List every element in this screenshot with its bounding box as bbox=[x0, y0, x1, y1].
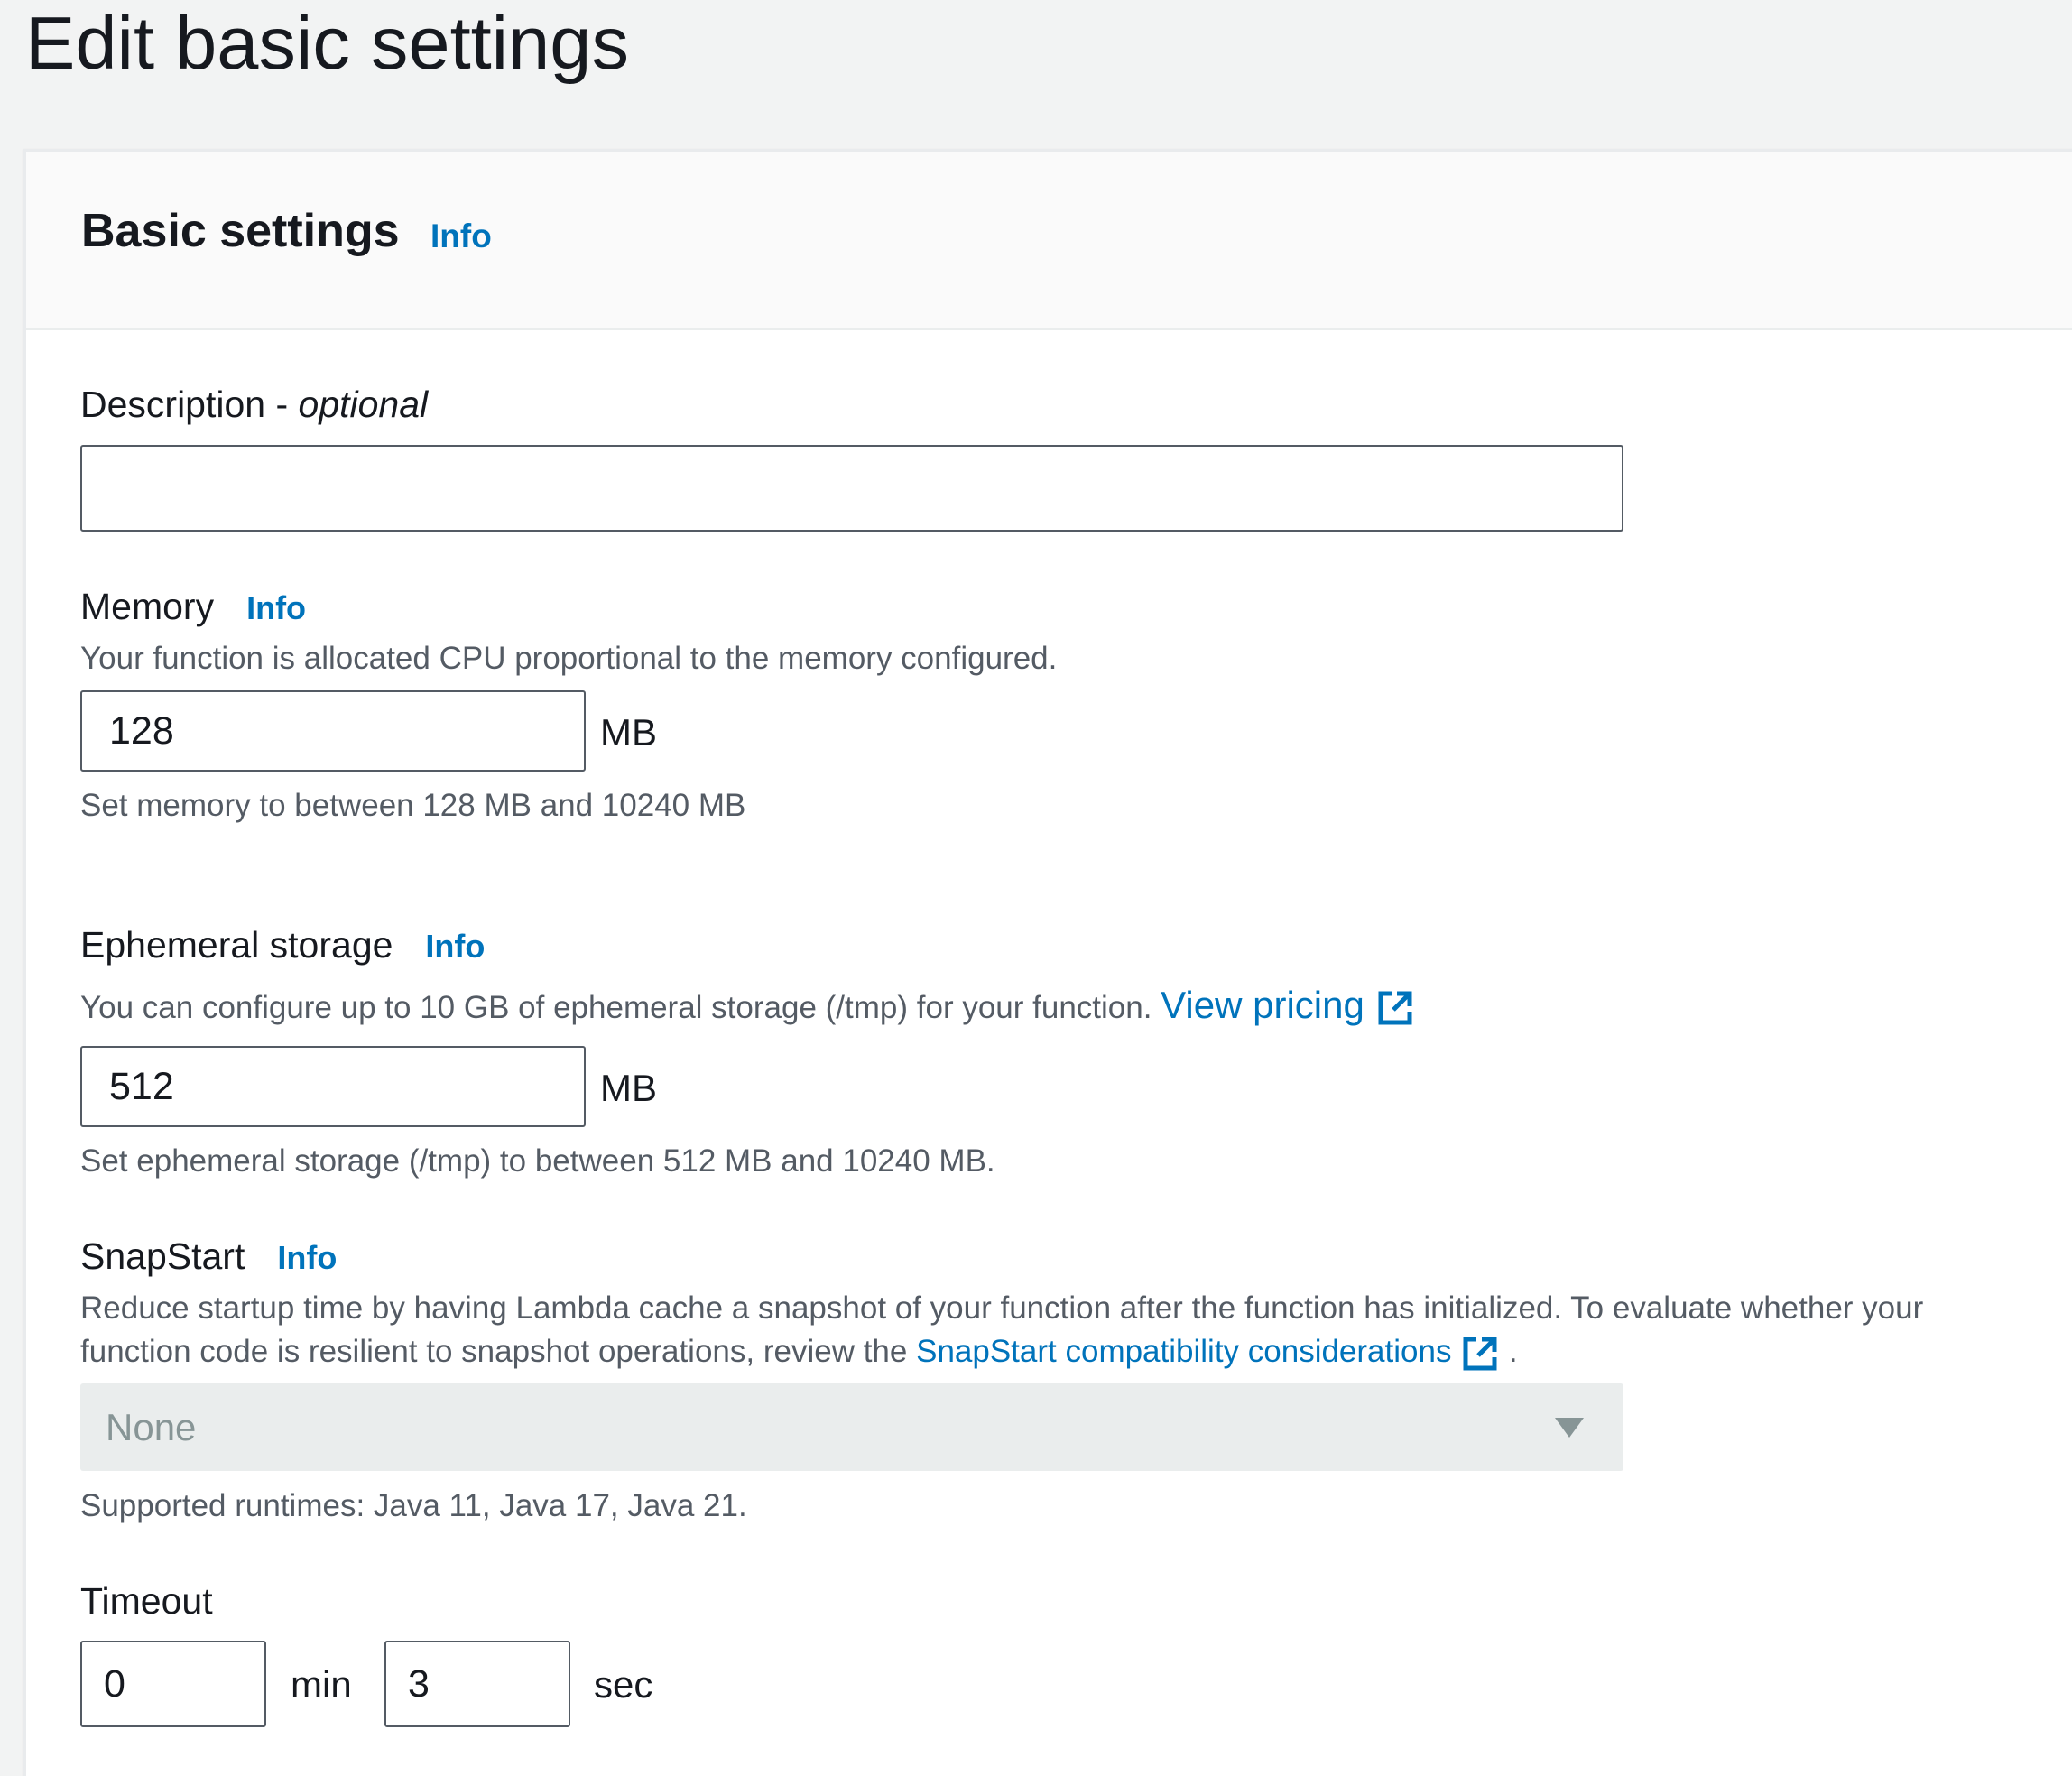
panel-title: Basic settings bbox=[81, 205, 400, 257]
timeout-seconds-unit: sec bbox=[594, 1663, 653, 1706]
timeout-seconds-input[interactable] bbox=[384, 1641, 570, 1727]
memory-info-link[interactable]: Info bbox=[246, 589, 306, 626]
view-pricing-link-text: View pricing bbox=[1161, 984, 1364, 1026]
memory-description: Your function is allocated CPU proportio… bbox=[80, 641, 1058, 676]
timeout-label: Timeout bbox=[80, 1580, 213, 1622]
description-label-text: Description - bbox=[80, 384, 299, 425]
external-link-icon bbox=[1463, 1337, 1497, 1371]
snapstart-compatibility-link[interactable]: SnapStart compatibility considerations bbox=[916, 1334, 1509, 1371]
ephemeral-storage-description-text: You can configure up to 10 GB of ephemer… bbox=[80, 990, 1161, 1025]
ephemeral-storage-label-text: Ephemeral storage bbox=[80, 924, 393, 966]
snapstart-description-end: . bbox=[1508, 1334, 1518, 1369]
timeout-minutes-unit: min bbox=[291, 1663, 352, 1706]
memory-input[interactable] bbox=[80, 690, 586, 772]
memory-label-text: Memory bbox=[80, 586, 215, 627]
description-optional-text: optional bbox=[298, 384, 429, 425]
basic-settings-info-link[interactable]: Info bbox=[430, 217, 492, 256]
snapstart-label-text: SnapStart bbox=[80, 1235, 245, 1277]
ephemeral-storage-unit: MB bbox=[600, 1067, 657, 1109]
snapstart-description-text: function code is resilient to snapshot o… bbox=[80, 1334, 917, 1369]
snapstart-description-line2: function code is resilient to snapshot o… bbox=[80, 1330, 1518, 1374]
view-pricing-link[interactable]: View pricing bbox=[1161, 984, 1414, 1026]
timeout-minutes-input[interactable] bbox=[80, 1641, 266, 1727]
memory-hint: Set memory to between 128 MB and 10240 M… bbox=[80, 788, 746, 823]
description-label: Description - optional bbox=[80, 382, 428, 427]
snapstart-description-line1: Reduce startup time by having Lambda cac… bbox=[80, 1290, 1924, 1326]
snapstart-info-link[interactable]: Info bbox=[277, 1239, 337, 1276]
snapstart-compatibility-link-text: SnapStart compatibility considerations bbox=[916, 1334, 1452, 1369]
ephemeral-storage-input[interactable] bbox=[80, 1046, 586, 1127]
snapstart-label: SnapStart Info bbox=[80, 1234, 337, 1281]
snapstart-hint: Supported runtimes: Java 11, Java 17, Ja… bbox=[80, 1488, 747, 1523]
memory-unit: MB bbox=[600, 711, 657, 754]
panel-header: Basic settings Info bbox=[26, 152, 2072, 330]
ephemeral-storage-label: Ephemeral storage Info bbox=[80, 922, 485, 969]
ephemeral-storage-info-link[interactable]: Info bbox=[425, 928, 485, 965]
page-title: Edit basic settings bbox=[25, 1, 629, 85]
external-link-icon bbox=[1378, 991, 1412, 1025]
description-input[interactable] bbox=[80, 445, 1623, 532]
snapstart-select[interactable]: None bbox=[80, 1383, 1623, 1471]
caret-down-icon bbox=[1555, 1418, 1584, 1438]
ephemeral-storage-description: You can configure up to 10 GB of ephemer… bbox=[80, 984, 1415, 1030]
snapstart-select-value: None bbox=[106, 1406, 197, 1448]
ephemeral-storage-hint: Set ephemeral storage (/tmp) to between … bbox=[80, 1143, 995, 1179]
memory-label: Memory Info bbox=[80, 584, 306, 631]
